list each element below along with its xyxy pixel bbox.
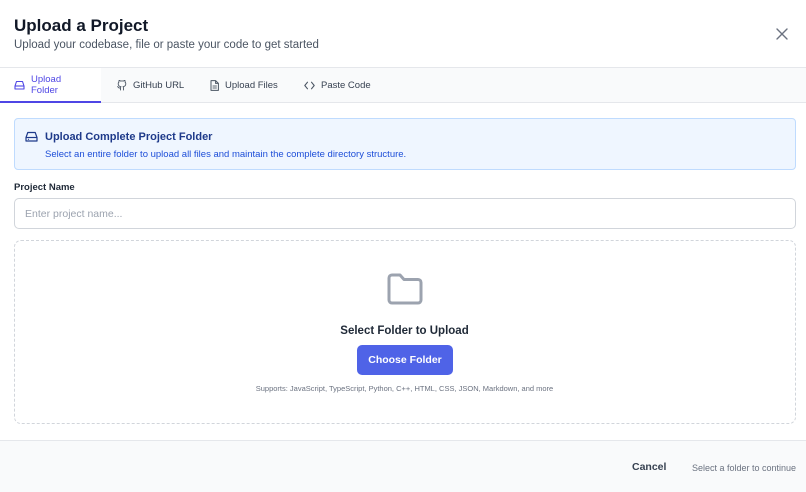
dialog-subtitle: Upload your codebase, file or paste your… — [14, 39, 319, 51]
info-banner: Upload Complete Project Folder Select an… — [14, 118, 796, 170]
project-name-input[interactable] — [14, 198, 796, 229]
info-description: Select an entire folder to upload all fi… — [45, 149, 407, 160]
tab-bar: Upload Folder GitHub URL Upload Files Pa… — [0, 68, 806, 103]
tab-upload-folder[interactable]: Upload Folder — [0, 68, 101, 103]
drive-icon — [25, 131, 38, 142]
github-icon — [117, 80, 127, 91]
close-icon — [776, 28, 788, 40]
tab-label: Upload Files — [225, 80, 278, 91]
supported-formats: Supports: JavaScript, TypeScript, Python… — [255, 384, 554, 393]
folder-icon — [387, 273, 423, 305]
tab-paste-code[interactable]: Paste Code — [290, 68, 385, 103]
tab-label: Upload Folder — [31, 73, 62, 96]
tab-github-url[interactable]: GitHub URL — [103, 68, 198, 103]
cancel-button[interactable]: Cancel — [632, 461, 666, 473]
choose-folder-button[interactable]: Choose Folder — [357, 345, 453, 375]
info-title: Upload Complete Project Folder — [45, 131, 213, 143]
close-button[interactable] — [770, 24, 794, 44]
tab-upload-files[interactable]: Upload Files — [196, 68, 292, 103]
dialog-header: Upload a Project Upload your codebase, f… — [0, 0, 806, 68]
file-icon — [210, 80, 219, 91]
dialog-footer: Cancel Select a folder to continue — [0, 440, 806, 492]
tab-label: Paste Code — [321, 80, 371, 91]
project-name-label: Project Name — [14, 182, 75, 193]
drive-icon — [14, 80, 25, 90]
dialog-title: Upload a Project — [14, 16, 149, 35]
tab-label: GitHub URL — [133, 80, 185, 91]
dropzone-title: Select Folder to Upload — [340, 325, 469, 337]
code-icon — [304, 81, 315, 90]
folder-dropzone[interactable]: Select Folder to Upload Choose Folder Su… — [14, 240, 796, 424]
continue-hint: Select a folder to continue — [692, 463, 797, 473]
